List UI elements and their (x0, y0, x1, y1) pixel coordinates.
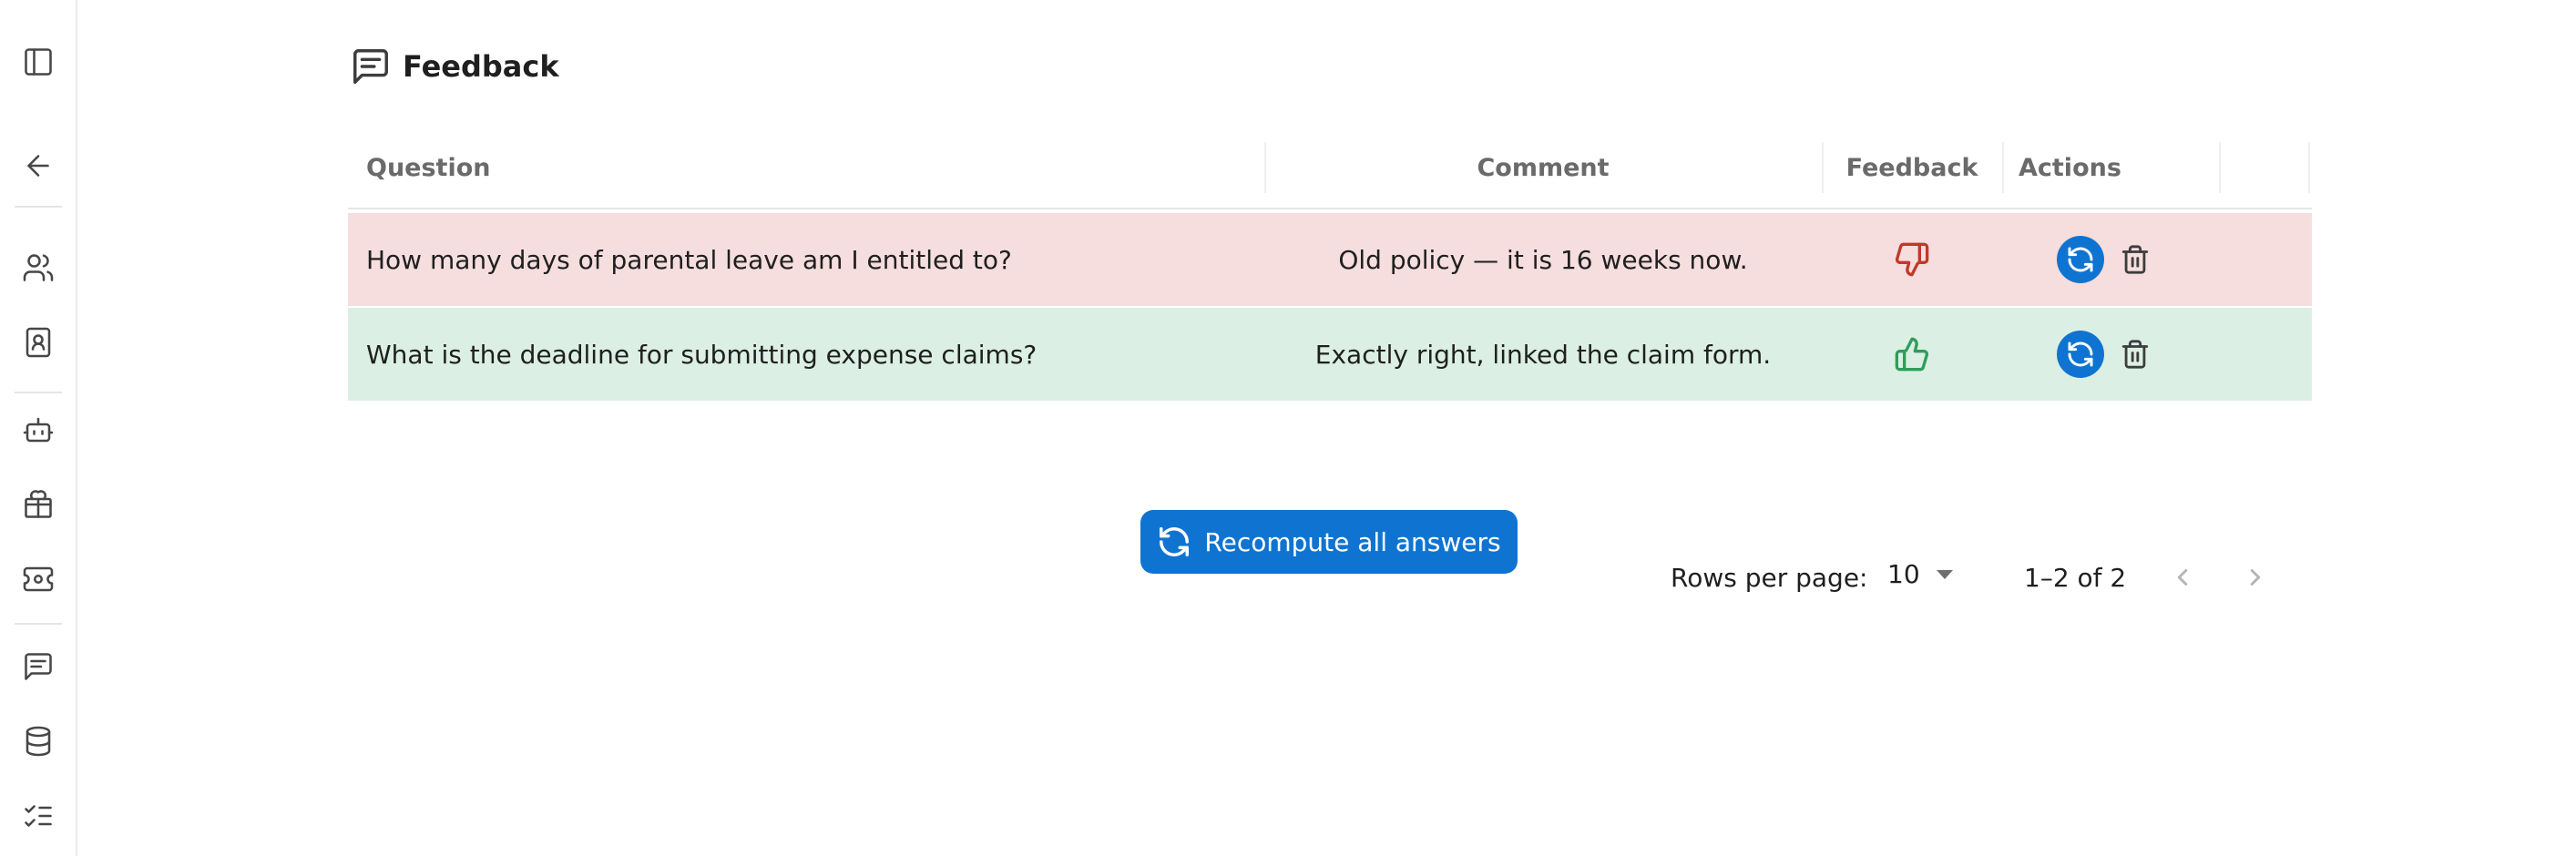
column-header-question[interactable]: Question (366, 127, 491, 208)
chevron-left-icon (2177, 569, 2188, 586)
panel-left-icon[interactable] (18, 42, 58, 82)
database-icon[interactable] (18, 721, 58, 761)
question-cell: How many days of parental leave am I ent… (366, 244, 1012, 275)
comment-cell: Old policy — it is 16 weeks now. (1338, 244, 1748, 275)
bot-icon[interactable] (18, 410, 58, 450)
table-row[interactable]: How many days of parental leave am I ent… (348, 213, 2312, 306)
arrow-left-icon[interactable] (18, 146, 58, 186)
table-header: Question Comment Feedback Actions (348, 127, 2312, 209)
question-cell: What is the deadline for submitting expe… (366, 339, 1038, 370)
trash-icon (2121, 340, 2149, 369)
feedback-table: Question Comment Feedback Actions How ma… (348, 127, 2312, 593)
refresh-icon (2068, 341, 2093, 367)
pagination-range: 1–2 of 2 (2024, 563, 2127, 593)
recompute-all-label: Recompute all answers (1204, 526, 1501, 557)
rows-per-page-value: 10 (1887, 559, 1920, 589)
thumbs-down-icon (1822, 213, 2002, 306)
recompute-all-button[interactable]: Recompute all answers (1140, 510, 1518, 574)
refresh-icon (2068, 247, 2093, 272)
row-actions (2057, 308, 2153, 401)
column-header-actions: Actions (2019, 153, 2121, 182)
sidebar-divider (15, 623, 62, 625)
sidebar-divider (15, 206, 62, 208)
previous-page-button[interactable] (2164, 559, 2201, 596)
comment-cell: Exactly right, linked the claim form. (1314, 339, 1772, 370)
column-header-feedback[interactable]: Feedback (1822, 127, 2002, 208)
column-separator (2002, 142, 2004, 193)
next-page-button[interactable] (2237, 559, 2274, 596)
caret-down-icon (1936, 569, 1953, 579)
contact-book-icon[interactable] (18, 322, 58, 362)
delete-button[interactable] (2117, 241, 2153, 278)
trash-icon (2121, 245, 2149, 274)
package-icon[interactable] (18, 484, 58, 525)
column-separator (2308, 142, 2310, 193)
column-header-comment[interactable]: Comment (1264, 127, 1822, 208)
message-square-text-icon (353, 49, 388, 84)
chevron-right-icon (2250, 569, 2261, 586)
refresh-icon (1160, 527, 1190, 556)
users-icon[interactable] (18, 248, 58, 288)
column-separator (2219, 142, 2221, 193)
table-row[interactable]: What is the deadline for submitting expe… (348, 308, 2312, 401)
row-actions (2057, 213, 2153, 306)
sidebar-divider (15, 392, 62, 393)
page-title: Feedback (403, 49, 559, 84)
recompute-answer-button[interactable] (2057, 331, 2104, 378)
sidebar (0, 0, 77, 856)
list-checks-icon[interactable] (18, 796, 58, 836)
recompute-answer-button[interactable] (2057, 236, 2104, 283)
page-header: Feedback (350, 46, 559, 87)
rows-per-page-label: Rows per page: (1671, 563, 1868, 593)
rows-per-page-select[interactable]: 10 (1887, 559, 1953, 589)
message-square-text-icon[interactable] (18, 647, 58, 687)
delete-button[interactable] (2117, 336, 2153, 372)
thumbs-up-icon (1822, 308, 2002, 401)
ticket-gear-icon[interactable] (18, 559, 58, 599)
